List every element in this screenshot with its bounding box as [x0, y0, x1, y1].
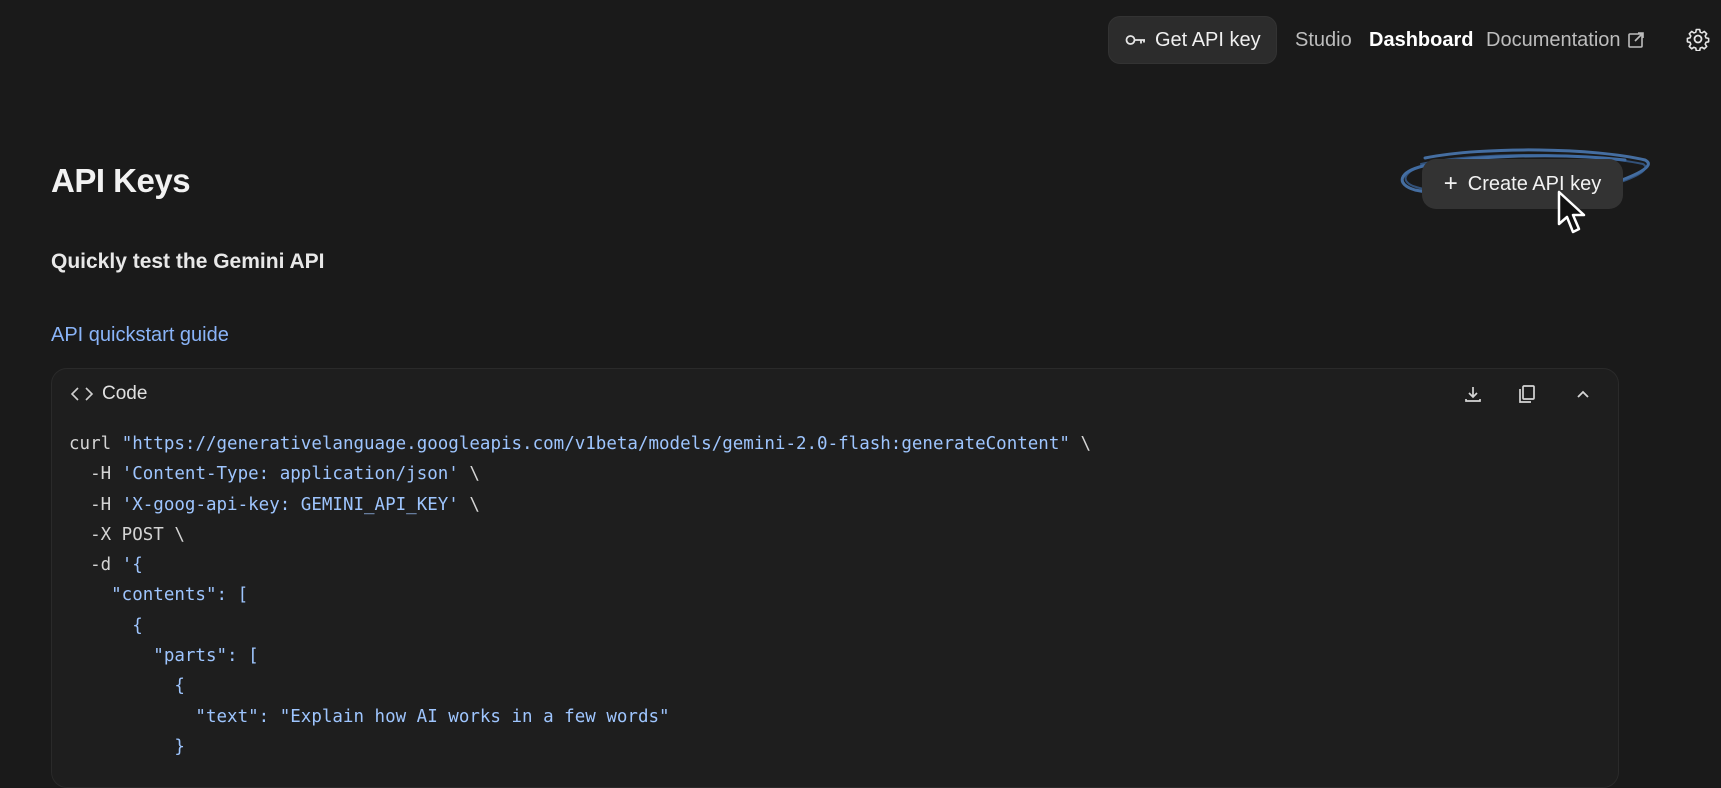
collapse-button[interactable] — [1570, 381, 1596, 407]
copy-button[interactable] — [1514, 381, 1540, 407]
mouse-cursor-icon — [1557, 190, 1586, 234]
code-line: "text": "Explain how AI works in a few w… — [69, 706, 670, 727]
code-string-token: '{ — [121, 555, 143, 576]
documentation-label: Documentation — [1486, 29, 1621, 51]
code-line: "contents": [ — [69, 585, 248, 605]
code-line: { — [69, 676, 185, 696]
create-api-key-button[interactable]: + Create API key — [1422, 159, 1623, 209]
code-line: -X POST \ — [69, 525, 185, 545]
download-button[interactable] — [1460, 381, 1486, 407]
api-quickstart-link[interactable]: API quickstart guide — [51, 324, 229, 347]
code-token: -H — [69, 494, 122, 515]
code-token: \ — [458, 494, 480, 515]
code-line: -d '{ — [69, 555, 143, 575]
code-panel: Code curl "https://generativelanguage.go… — [51, 368, 1619, 788]
code-brackets-icon — [70, 387, 94, 401]
code-string-token: 'Content-Type: application/json' — [121, 464, 459, 485]
code-string-token: "parts": [ — [69, 646, 259, 667]
get-api-key-button[interactable]: Get API key — [1108, 16, 1277, 64]
code-string-token: 'X-goog-api-key: GEMINI_API_KEY' — [121, 494, 459, 515]
code-line: curl "https://generativelanguage.googlea… — [69, 434, 1091, 454]
code-line: { — [69, 616, 143, 636]
code-token: -d — [69, 555, 122, 576]
download-icon — [1465, 387, 1481, 402]
create-api-key-area: + Create API key — [1395, 146, 1655, 226]
code-token: \ — [458, 464, 480, 485]
code-panel-header: Code — [70, 383, 147, 405]
code-block[interactable]: curl "https://generativelanguage.googlea… — [69, 429, 1091, 762]
code-string-token: } — [69, 736, 185, 757]
code-panel-title: Code — [102, 383, 148, 404]
top-navigation: Get API key Studio Dashboard Documentati… — [0, 0, 1721, 80]
copy-icon — [1519, 385, 1535, 403]
code-line: -H 'Content-Type: application/json' \ — [69, 464, 480, 484]
plus-icon: + — [1443, 170, 1458, 197]
page-title: API Keys — [51, 162, 191, 199]
section-subtitle: Quickly test the Gemini API — [51, 250, 325, 273]
nav-link-dashboard[interactable]: Dashboard — [1369, 28, 1473, 52]
key-icon — [1125, 35, 1145, 45]
code-line: } — [69, 737, 185, 757]
code-string-token: "text": "Explain how AI works in a few w… — [69, 706, 670, 727]
code-token: \ — [1069, 434, 1091, 454]
code-string-token: "https://generativelanguage.googleapis.c… — [121, 434, 1070, 454]
nav-link-studio[interactable]: Studio — [1295, 28, 1352, 52]
code-line: -H 'X-goog-api-key: GEMINI_API_KEY' \ — [69, 495, 480, 515]
code-string-token: { — [69, 615, 143, 636]
code-string-token: { — [69, 676, 185, 697]
external-link-icon — [1627, 32, 1644, 48]
code-string-token: "contents": [ — [69, 585, 249, 606]
nav-link-documentation[interactable]: Documentation — [1486, 28, 1645, 52]
get-api-key-label: Get API key — [1155, 28, 1261, 51]
code-token: -X POST \ — [69, 524, 185, 545]
settings-gear-icon[interactable] — [1686, 27, 1710, 51]
code-token: curl — [69, 434, 122, 454]
code-line: "parts": [ — [69, 646, 259, 667]
code-token: -H — [69, 464, 122, 485]
chevron-up-icon — [1577, 390, 1589, 398]
